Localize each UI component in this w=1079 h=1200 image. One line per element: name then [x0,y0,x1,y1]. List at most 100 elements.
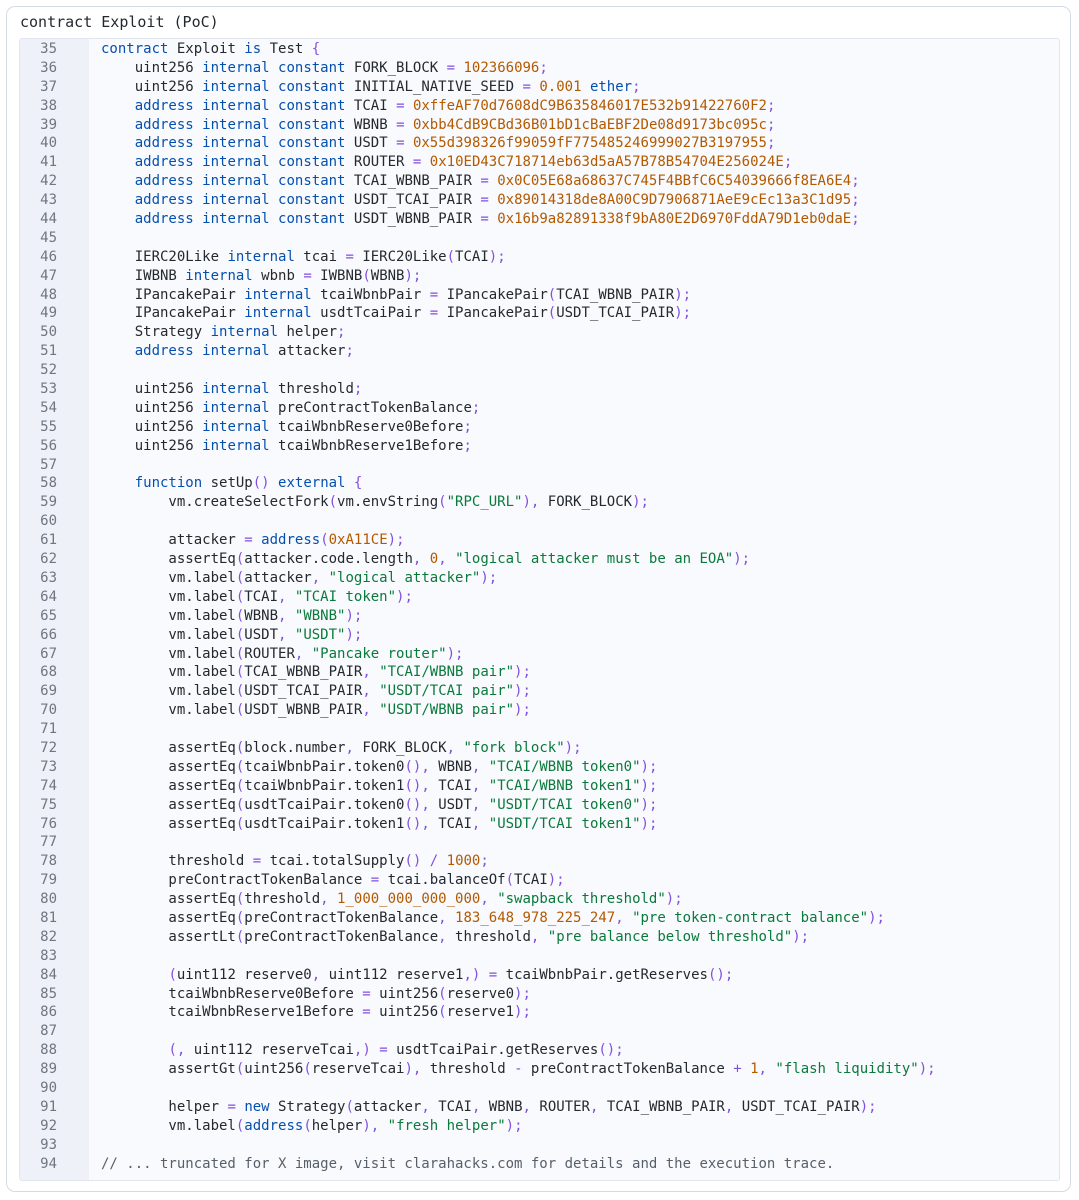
line-number: 91 [40,1098,57,1115]
code-line: 82 assertLt(preContractTokenBalance, thr… [20,928,1059,947]
code-line: 73 assertEq(tcaiWbnbPair.token0(), WBNB,… [20,758,1059,777]
card-title: contract Exploit (PoC) [20,13,219,31]
code-line: 40 address internal constant USDT = 0x55… [20,134,1059,153]
code-text: tcaiWbnbReserve0Before = uint256(reserve… [101,985,531,1002]
code-line: 79 preContractTokenBalance = tcai.balanc… [20,871,1059,890]
code-line: 60 [20,512,1059,531]
code-text: assertEq(threshold, 1_000_000_000_000, "… [101,891,683,908]
code-text: uint256 internal tcaiWbnbReserve0Before; [101,418,472,435]
code-line: 92 vm.label(address(helper), "fresh help… [20,1117,1059,1136]
line-number: 47 [40,267,57,284]
code-line: 80 assertEq(threshold, 1_000_000_000_000… [20,890,1059,909]
code-text: uint256 internal threshold; [101,381,363,398]
line-number: 74 [40,777,57,794]
line-number: 93 [40,1136,57,1153]
code-line: 88 (, uint112 reserveTcai,) = usdtTcaiPa… [20,1041,1059,1060]
code-line: 75 assertEq(usdtTcaiPair.token0(), USDT,… [20,796,1059,815]
code-text: address internal constant USDT_WBNB_PAIR… [134,211,860,228]
code-text: (uint112 reserve0, uint112 reserve1,) = … [168,966,734,983]
code-text: assertEq(usdtTcaiPair.token1(), TCAI, "U… [101,815,658,832]
line-number: 94 [40,1155,57,1172]
code-text: address internal constant TCAI_WBNB_PAIR… [134,173,860,190]
line-number: 46 [40,248,57,265]
code-card: contract Exploit (PoC) 35 contract Exploi… [6,6,1071,1192]
line-number: 92 [40,1117,57,1134]
code-text: attacker = address(0xA11CE); [101,532,405,549]
line-number: 59 [40,494,57,511]
code-line: 67 vm.label(ROUTER, "Pancake router"); [20,645,1059,664]
code-line: 38 address internal constant TCAI = 0xff… [20,97,1059,116]
code-line: 68 vm.label(TCAI_WBNB_PAIR, "TCAI/WBNB p… [20,663,1059,682]
code-line: 83 [20,947,1059,966]
code-text: contract Exploit is Test { [101,41,321,57]
line-number: 89 [40,1061,57,1078]
code-line: 91 helper = new Strategy(attacker, TCAI,… [20,1098,1059,1117]
code-line: 51 address internal attacker; [20,342,1059,361]
line-number: 72 [40,739,57,756]
code-line: 37 uint256 internal constant INITIAL_NAT… [20,78,1059,97]
line-number: 42 [40,173,57,190]
line-number: 81 [40,909,57,926]
code-line: 69 vm.label(USDT_TCAI_PAIR, "USDT/TCAI p… [20,682,1059,701]
line-number: 60 [40,513,57,530]
code-line: 44 address internal constant USDT_WBNB_P… [20,210,1059,229]
code-text: assertGt(uint256(reserveTcai), threshold… [101,1061,936,1078]
line-number: 85 [40,985,57,1002]
code-line: 64 vm.label(TCAI, "TCAI token"); [20,588,1059,607]
line-number: 69 [40,683,57,700]
code-text: address internal constant USDT_TCAI_PAIR… [134,192,860,209]
code-text: helper = new Strategy(attacker, TCAI, WB… [101,1098,877,1115]
line-number: 56 [40,437,57,454]
code-line: 66 vm.label(USDT, "USDT"); [20,626,1059,645]
code-text: vm.createSelectFork(vm.envString("RPC_UR… [101,494,649,511]
code-line: 54 uint256 internal preContractTokenBala… [20,399,1059,418]
line-number: 35 [40,41,57,57]
line-number: 62 [40,551,57,568]
line-number: 87 [40,1023,57,1040]
line-number: 36 [40,59,57,76]
code-text: vm.label(address(helper), "fresh helper"… [101,1117,523,1134]
code-text: IPancakePair internal tcaiWbnbPair = IPa… [101,286,692,303]
code-text: vm.label(ROUTER, "Pancake router"); [101,645,464,662]
code-text: vm.label(USDT_WBNB_PAIR, "USDT/WBNB pair… [101,702,531,719]
code-text: function setUp() external { [134,475,363,492]
line-number: 58 [40,475,57,492]
code-line: 72 assertEq(block.number, FORK_BLOCK, "f… [20,739,1059,758]
code-block: 35 contract Exploit is Test { 36 uint256 i… [19,38,1060,1181]
code-text: address internal constant ROUTER = 0x10E… [134,154,793,171]
code-line: 55 uint256 internal tcaiWbnbReserve0Befo… [20,418,1059,437]
line-number: 52 [40,362,57,379]
code-line: 61 attacker = address(0xA11CE); [20,531,1059,550]
line-number: 57 [40,456,57,473]
code-text: address internal constant USDT = 0x55d39… [134,135,776,152]
code-line: 42 address internal constant TCAI_WBNB_P… [20,172,1059,191]
code-text: Strategy internal helper; [101,324,346,341]
code-line: 78 threshold = tcai.totalSupply() / 1000… [20,852,1059,871]
code-text: preContractTokenBalance = tcai.balanceOf… [101,872,565,889]
code-line: 52 [20,361,1059,380]
code-line: 63 vm.label(attacker, "logical attacker"… [20,569,1059,588]
line-number: 71 [40,721,57,738]
code-line: 49 IPancakePair internal usdtTcaiPair = … [20,304,1059,323]
code-line: 87 [20,1022,1059,1041]
line-number: 38 [40,97,57,114]
code-line: 76 assertEq(usdtTcaiPair.token1(), TCAI,… [20,815,1059,834]
code-text: vm.label(WBNB, "WBNB"); [101,607,363,624]
code-text: uint256 internal preContractTokenBalance… [101,399,481,416]
line-number: 70 [40,702,57,719]
line-number: 80 [40,891,57,908]
line-number: 84 [40,966,57,983]
code-lines: 35 contract Exploit is Test { 36 uint256 i… [20,40,1059,1173]
line-number: 54 [40,399,57,416]
code-line: 85 tcaiWbnbReserve0Before = uint256(rese… [20,985,1059,1004]
code-text: assertEq(usdtTcaiPair.token0(), USDT, "U… [101,796,658,813]
code-text: vm.label(attacker, "logical attacker"); [101,569,498,586]
code-line: 70 vm.label(USDT_WBNB_PAIR, "USDT/WBNB p… [20,701,1059,720]
code-line: 45 [20,229,1059,248]
code-line: 71 [20,720,1059,739]
line-number: 68 [40,664,57,681]
code-line: 90 [20,1079,1059,1098]
code-text: vm.label(USDT_TCAI_PAIR, "USDT/TCAI pair… [101,683,531,700]
code-text: threshold = tcai.totalSupply() / 1000; [101,853,489,870]
code-line: 77 [20,833,1059,852]
